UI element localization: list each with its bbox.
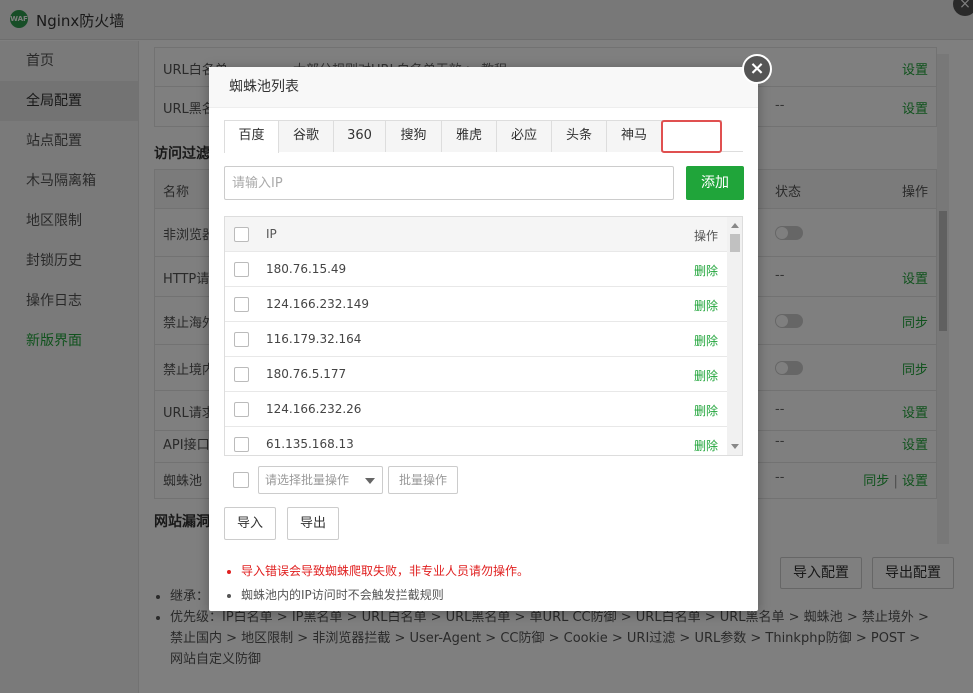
- table-row: 116.179.32.164 删除: [225, 322, 727, 357]
- ip-value: 61.135.168.13: [266, 437, 354, 451]
- batch-operation-select[interactable]: 请选择批量操作: [258, 466, 383, 494]
- modal-title: 蜘蛛池列表: [209, 67, 758, 108]
- batch-operation-button[interactable]: 批量操作: [388, 466, 458, 494]
- table-row: 124.166.232.26 删除: [225, 392, 727, 427]
- delete-link[interactable]: 删除: [694, 367, 718, 384]
- import-button[interactable]: 导入: [224, 507, 277, 540]
- ip-value: 180.76.5.177: [266, 367, 347, 381]
- row-checkbox[interactable]: [234, 262, 249, 277]
- delete-link[interactable]: 删除: [694, 402, 718, 419]
- row-checkbox[interactable]: [234, 297, 249, 312]
- col-op: 操作: [693, 229, 718, 243]
- export-button[interactable]: 导出: [287, 507, 340, 540]
- tab-bing[interactable]: 必应: [496, 120, 552, 152]
- scroll-up-arrow-icon[interactable]: [731, 223, 739, 228]
- ip-input[interactable]: [224, 166, 674, 200]
- tab-shenma[interactable]: 神马: [606, 120, 662, 152]
- batch-select-placeholder: 请选择批量操作: [265, 473, 350, 487]
- ip-value: 180.76.15.49: [266, 262, 347, 276]
- col-ip: IP: [266, 227, 277, 241]
- row-checkbox[interactable]: [234, 402, 249, 417]
- ip-table-scrollbar[interactable]: [727, 217, 742, 455]
- row-checkbox[interactable]: [234, 332, 249, 347]
- table-row: 124.166.232.149 删除: [225, 287, 727, 322]
- warning-note: 导入错误会导致蜘蛛爬取失败，非专业人员请勿操作。: [241, 559, 529, 583]
- delete-link[interactable]: 删除: [694, 437, 718, 454]
- info-note: 蜘蛛池内的IP访问时不会触发拦截规则: [241, 583, 529, 607]
- row-checkbox[interactable]: [234, 367, 249, 382]
- delete-link[interactable]: 删除: [694, 297, 718, 314]
- batch-select-all-checkbox[interactable]: [233, 472, 249, 488]
- chevron-down-icon: [365, 478, 375, 484]
- tab-highlight-box: [661, 120, 722, 153]
- ip-table: IP 操作 180.76.15.49 删除 124.166.232.149 删除…: [224, 216, 743, 456]
- ip-value: 124.166.232.26: [266, 402, 362, 416]
- tab-google[interactable]: 谷歌: [278, 120, 334, 152]
- tab-yahoo[interactable]: 雅虎: [441, 120, 497, 152]
- table-row: 180.76.5.177 删除: [225, 357, 727, 392]
- tab-baidu[interactable]: 百度: [224, 120, 279, 153]
- row-checkbox[interactable]: [234, 437, 249, 452]
- close-icon[interactable]: ×: [742, 54, 772, 84]
- delete-link[interactable]: 删除: [694, 262, 718, 279]
- select-all-checkbox[interactable]: [234, 227, 249, 242]
- spider-pool-modal: 蜘蛛池列表 百度 谷歌 360 搜狗 雅虎 必应 头条 神马 添加 IP 操作 …: [209, 67, 758, 611]
- add-button[interactable]: 添加: [686, 166, 744, 200]
- ip-table-header: IP 操作: [225, 217, 727, 252]
- scroll-thumb[interactable]: [730, 234, 740, 252]
- ip-value: 124.166.232.149: [266, 297, 370, 311]
- scroll-down-arrow-icon[interactable]: [731, 444, 739, 449]
- tab-toutiao[interactable]: 头条: [551, 120, 607, 152]
- table-row: 61.135.168.13 删除: [225, 427, 727, 455]
- ip-value: 116.179.32.164: [266, 332, 362, 346]
- tab-360[interactable]: 360: [333, 120, 386, 152]
- delete-link[interactable]: 删除: [694, 332, 718, 349]
- modal-notes: 导入错误会导致蜘蛛爬取失败，非专业人员请勿操作。 蜘蛛池内的IP访问时不会触发拦…: [227, 559, 529, 607]
- table-row: 180.76.15.49 删除: [225, 252, 727, 287]
- tab-sogou[interactable]: 搜狗: [385, 120, 442, 152]
